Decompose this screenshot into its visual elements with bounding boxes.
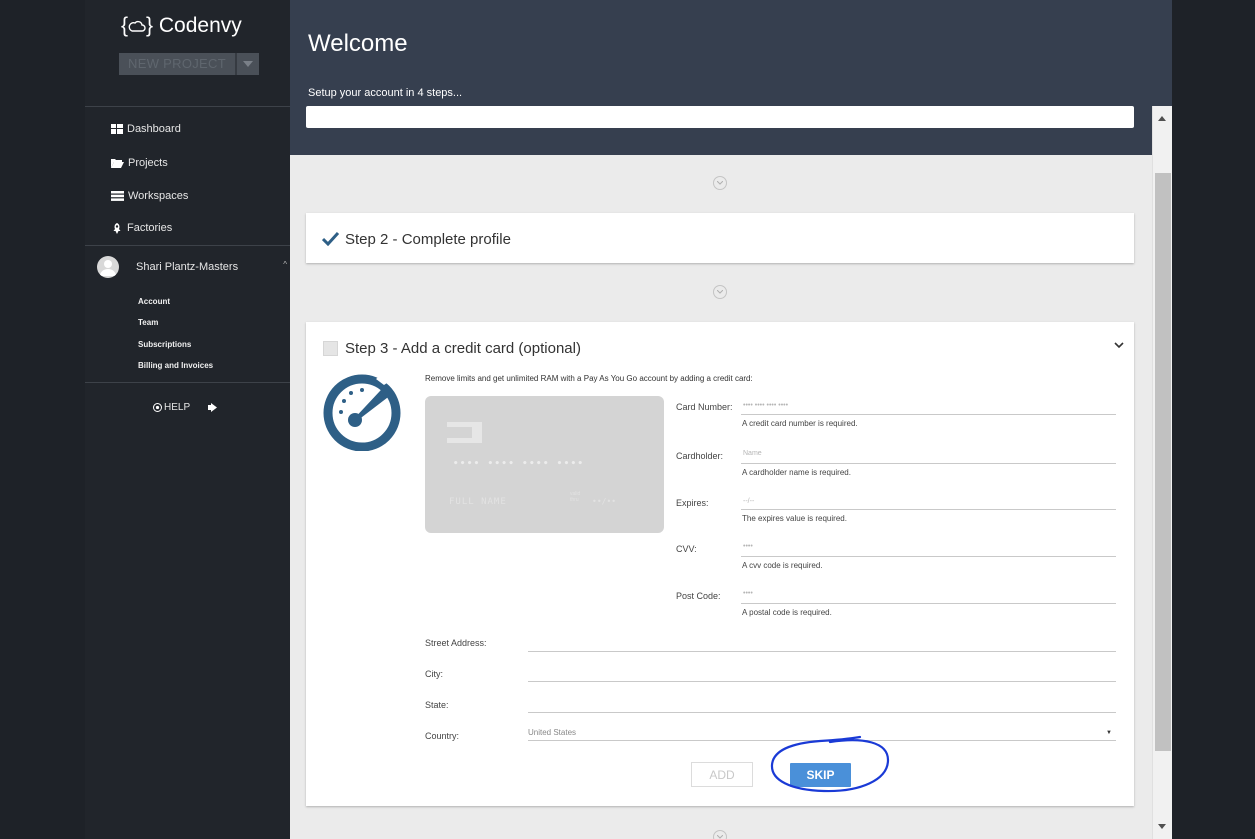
sidebar-item-label: Dashboard (127, 123, 181, 135)
step-2-card[interactable]: Step 2 - Complete profile (306, 213, 1134, 263)
cvv-label: CVV: (676, 544, 697, 554)
step-connector-chevron-icon (713, 285, 727, 299)
step-connector-chevron-icon (713, 176, 727, 190)
cardholder-label: Cardholder: (676, 451, 724, 461)
state-label: State: (425, 700, 449, 710)
step-3-checkbox[interactable] (323, 341, 338, 356)
factory-icon (113, 222, 121, 234)
user-icon (100, 260, 116, 276)
country-label: Country: (425, 731, 460, 741)
checkmark-icon (322, 232, 339, 246)
annotation-circle (770, 735, 890, 793)
state-input[interactable] (528, 712, 1116, 713)
page-subtitle: Setup your account in 4 steps... (308, 87, 463, 99)
cardholder-error: A cardholder name is required. (742, 468, 851, 477)
cvv-error: A cvv code is required. (742, 561, 823, 570)
divider (85, 106, 290, 107)
expires-underline (741, 509, 1116, 510)
card-number-error: A credit card number is required. (742, 419, 858, 428)
sidebar-item-factories[interactable]: Factories (111, 222, 172, 234)
card-number-preview: •••• •••• •••• •••• (453, 459, 585, 469)
codenvy-logo[interactable]: {} Codenvy (121, 14, 242, 38)
card-number-underline (741, 414, 1116, 415)
street-address-input[interactable] (528, 651, 1116, 652)
cardholder-underline (741, 463, 1116, 464)
card-expiry-preview: ••/•• (592, 497, 617, 506)
step-3-title: Step 3 - Add a credit card (optional) (345, 340, 581, 357)
new-project-dropdown[interactable] (235, 53, 259, 75)
scroll-down-arrow-icon[interactable] (1158, 824, 1166, 829)
divider (85, 245, 290, 246)
expires-input[interactable]: --/-- (743, 498, 754, 505)
dashboard-icon (111, 124, 123, 134)
valid-thru-label: valid thru (570, 491, 581, 503)
chevron-up-icon[interactable]: ^ (283, 260, 287, 269)
card-chip (447, 422, 482, 443)
avatar (97, 256, 119, 278)
expires-label: Expires: (676, 498, 709, 508)
sidebar-item-workspaces[interactable]: Workspaces (111, 190, 188, 202)
chevron-down-icon[interactable]: ▼ (1106, 730, 1112, 736)
step-connector-chevron-icon (713, 830, 727, 839)
step-3-description: Remove limits and get unlimited RAM with… (425, 374, 753, 383)
new-project-label: NEW PROJECT (128, 56, 226, 71)
step-2-title: Step 2 - Complete profile (345, 231, 511, 248)
city-label: City: (425, 669, 443, 679)
cvv-underline (741, 556, 1116, 557)
left-margin (0, 0, 85, 839)
sidebar-item-dashboard[interactable]: Dashboard (111, 123, 181, 135)
help-area: HELP (153, 402, 218, 413)
chevron-down-icon[interactable] (1114, 342, 1124, 349)
logout-icon[interactable] (208, 403, 218, 412)
credit-card-preview: •••• •••• •••• •••• FULL NAME valid thru … (425, 396, 664, 533)
new-project-button[interactable]: NEW PROJECT (119, 53, 259, 75)
workspaces-icon (111, 191, 124, 201)
cvv-input[interactable]: •••• (743, 543, 753, 550)
help-icon (153, 403, 162, 412)
sidebar-item-team[interactable]: Team (138, 318, 158, 327)
help-label: HELP (164, 402, 191, 413)
step-1-card (306, 106, 1134, 128)
header: Welcome Setup your account in 4 steps... (290, 0, 1172, 155)
sidebar-item-account[interactable]: Account (138, 297, 170, 306)
page-title: Welcome (308, 30, 408, 57)
sidebar-item-label: Factories (127, 222, 173, 234)
city-input[interactable] (528, 681, 1116, 682)
card-number-input[interactable]: •••• •••• •••• •••• (743, 402, 788, 409)
speedometer-icon (323, 374, 401, 451)
cardholder-input[interactable]: Name (743, 450, 762, 457)
post-code-label: Post Code: (676, 591, 721, 601)
brand-name: Codenvy (158, 14, 242, 37)
divider (85, 382, 290, 383)
street-address-label: Street Address: (425, 638, 487, 648)
user-menu[interactable]: Shari Plantz-Masters ^ (97, 256, 287, 278)
help-link[interactable]: HELP (153, 402, 190, 413)
scroll-up-arrow-icon[interactable] (1158, 116, 1166, 121)
sidebar-item-label: Projects (128, 157, 168, 169)
user-name: Shari Plantz-Masters (136, 261, 239, 273)
sidebar-item-subscriptions[interactable]: Subscriptions (138, 340, 191, 349)
right-margin (1172, 0, 1255, 839)
main-content: Welcome Setup your account in 4 steps...… (290, 0, 1172, 839)
country-select[interactable]: United States (528, 728, 576, 737)
scrollbar[interactable] (1152, 106, 1172, 839)
folder-icon (111, 159, 124, 168)
post-code-underline (741, 603, 1116, 604)
chevron-down-icon (243, 61, 253, 67)
scrollbar-thumb[interactable] (1155, 173, 1171, 751)
card-name-preview: FULL NAME (449, 497, 507, 507)
sidebar-item-projects[interactable]: Projects (111, 157, 168, 169)
step-3-card: Step 3 - Add a credit card (optional) Re… (306, 322, 1134, 806)
sidebar-item-billing[interactable]: Billing and Invoices (138, 361, 213, 370)
post-code-error: A postal code is required. (742, 608, 832, 617)
add-button[interactable]: ADD (691, 762, 753, 787)
card-number-label: Card Number: (676, 402, 733, 412)
sidebar: {} Codenvy NEW PROJECT Dashboard Project… (85, 0, 290, 839)
post-code-input[interactable]: •••• (743, 590, 753, 597)
expires-error: The expires value is required. (742, 514, 847, 523)
cloud-icon (128, 21, 146, 33)
sidebar-item-label: Workspaces (128, 190, 189, 202)
